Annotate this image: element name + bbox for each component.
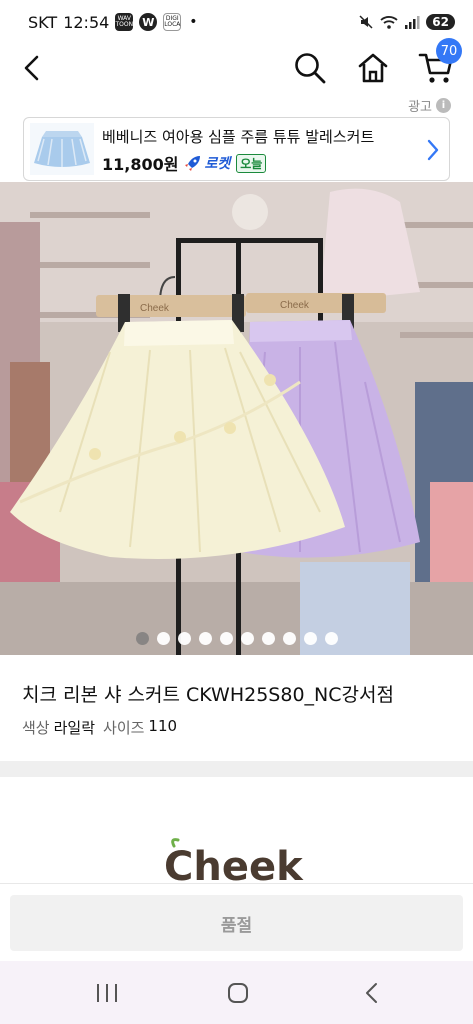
rocket-delivery-badge: 로켓 <box>184 153 230 173</box>
ad-title: 베베니즈 여아용 심플 주름 튜튜 발레스커트 <box>102 128 375 146</box>
ad-label[interactable]: 광고 i <box>408 96 451 115</box>
info-icon: i <box>436 98 451 113</box>
svg-text:Cheek: Cheek <box>140 303 170 314</box>
search-button[interactable] <box>290 48 330 88</box>
back-nav-icon[interactable] <box>360 981 384 1005</box>
carousel-dots <box>0 632 473 645</box>
ad-price-row: 11,800원 로켓 오늘 <box>102 151 267 175</box>
carousel-dot[interactable] <box>282 632 296 645</box>
svg-text:Cheek: Cheek <box>280 300 310 311</box>
webtoon-app-icon: WAV TOON <box>115 13 134 31</box>
ad-thumbnail <box>30 123 94 175</box>
mute-icon <box>359 15 373 29</box>
ad-price: 11,800원 <box>102 155 179 174</box>
size-label: 사이즈 <box>103 719 145 737</box>
carousel-dot[interactable] <box>303 632 317 645</box>
ad-label-text: 광고 <box>408 100 432 115</box>
product-photo: Cheek Cheek <box>0 182 473 655</box>
soldout-button[interactable]: 품절 <box>10 895 463 951</box>
digiloca-app-icon: DIGI LOCA <box>163 13 182 31</box>
carousel-dot[interactable] <box>198 632 212 645</box>
carrier-label: SKT <box>28 12 58 32</box>
carousel-dot[interactable] <box>219 632 233 645</box>
home-button[interactable] <box>353 48 393 88</box>
product-options: 색상 라일락 사이즈 110 <box>22 717 181 738</box>
logo-text: Cheek <box>164 844 304 888</box>
carousel-dot[interactable] <box>135 632 149 645</box>
carousel-dot[interactable] <box>156 632 170 645</box>
color-value: 라일락 <box>53 719 96 737</box>
status-dot: • <box>189 14 198 30</box>
search-icon <box>295 53 326 84</box>
battery-indicator: 62 <box>426 14 455 30</box>
home-icon <box>358 53 388 83</box>
section-divider <box>0 761 473 777</box>
recents-icon[interactable] <box>94 981 120 1005</box>
signal-icon <box>405 16 420 29</box>
wifi-icon <box>380 16 398 29</box>
carousel-dot[interactable] <box>324 632 338 645</box>
back-icon <box>24 55 39 81</box>
carousel-dot[interactable] <box>240 632 254 645</box>
status-right: 62 <box>358 14 455 30</box>
chevron-right-icon <box>427 139 439 161</box>
top-nav <box>0 44 473 92</box>
status-bar: SKT 12:54 WAV TOON W DIGI LOCA • 62 <box>0 0 473 44</box>
w-app-icon: W <box>139 13 158 31</box>
carousel-dot[interactable] <box>261 632 275 645</box>
size-value: 110 <box>148 717 178 735</box>
product-title: 치크 리본 샤 스커트 CKWH25S80_NC강서점 <box>22 684 394 706</box>
cart-count-badge: 70 <box>436 38 462 64</box>
home-nav-icon[interactable] <box>226 981 250 1005</box>
product-image-carousel[interactable]: Cheek Cheek <box>0 182 473 655</box>
carousel-dot[interactable] <box>177 632 191 645</box>
bottom-action-bar: 품절 <box>0 883 473 961</box>
cheek-brand-logo: Cheek <box>164 838 304 888</box>
status-left: SKT 12:54 WAV TOON W DIGI LOCA • <box>28 13 198 32</box>
status-time: 12:54 <box>63 12 110 32</box>
color-label: 색상 <box>22 719 50 737</box>
back-button[interactable] <box>14 50 50 86</box>
rocket-icon <box>185 156 201 171</box>
android-nav-bar <box>0 961 473 1024</box>
ad-banner[interactable]: 베베니즈 여아용 심플 주름 튜튜 발레스커트 11,800원 로켓 오늘 <box>23 117 450 181</box>
today-badge: 오늘 <box>236 153 267 173</box>
rocket-label: 로켓 <box>204 156 231 172</box>
